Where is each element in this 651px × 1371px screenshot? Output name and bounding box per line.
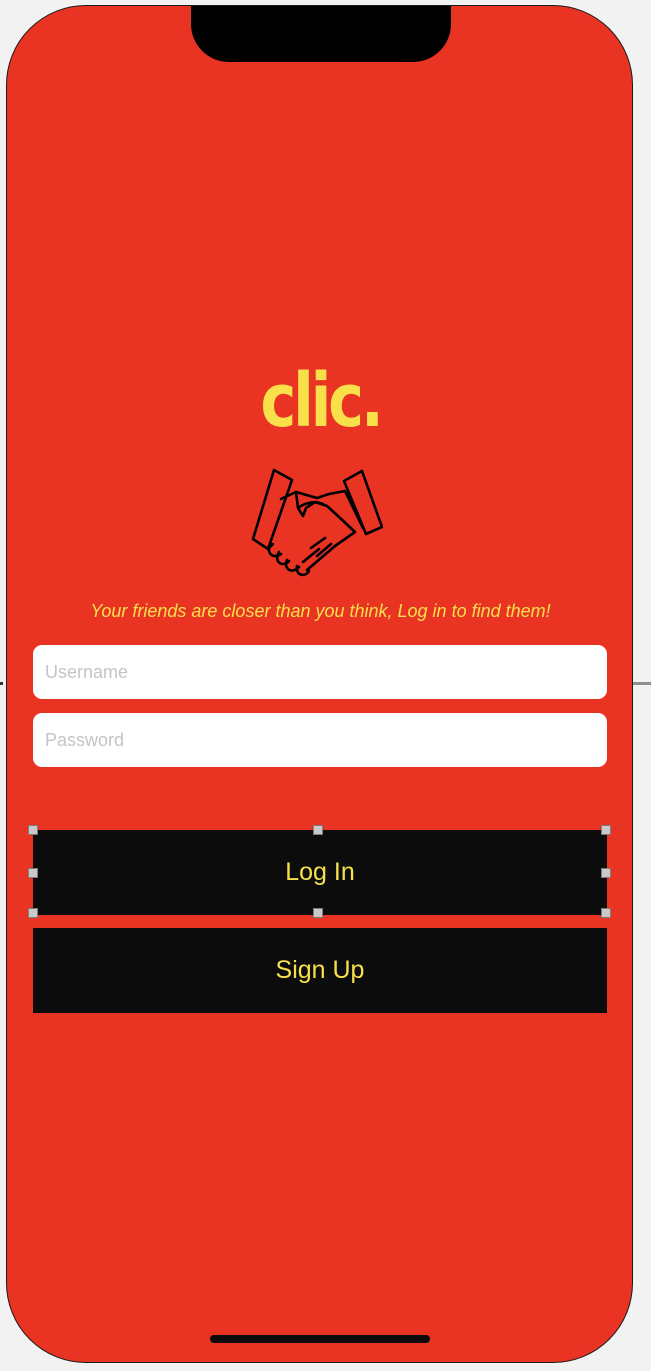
phone-frame: clic. Your friends are closer than you t… [6,5,633,1363]
home-indicator [210,1335,430,1343]
canvas-connector-right [632,682,651,685]
password-field[interactable] [33,713,607,767]
resize-handle-bottom-right[interactable] [601,908,611,918]
resize-handle-top-left[interactable] [28,825,38,835]
canvas-connector-left [0,682,3,685]
device-notch [191,6,451,62]
resize-handle-left[interactable] [28,868,38,878]
signup-button[interactable]: Sign Up [33,928,607,1013]
resize-handle-top[interactable] [313,825,323,835]
resize-handle-bottom[interactable] [313,908,323,918]
resize-handle-bottom-left[interactable] [28,908,38,918]
resize-handle-right[interactable] [601,868,611,878]
resize-handle-top-right[interactable] [601,825,611,835]
app-logo: clic. [260,358,383,444]
username-field[interactable] [33,645,607,699]
tagline: Your friends are closer than you think, … [90,601,551,621]
login-button[interactable]: Log In [33,830,607,915]
handshake-icon [251,468,383,577]
